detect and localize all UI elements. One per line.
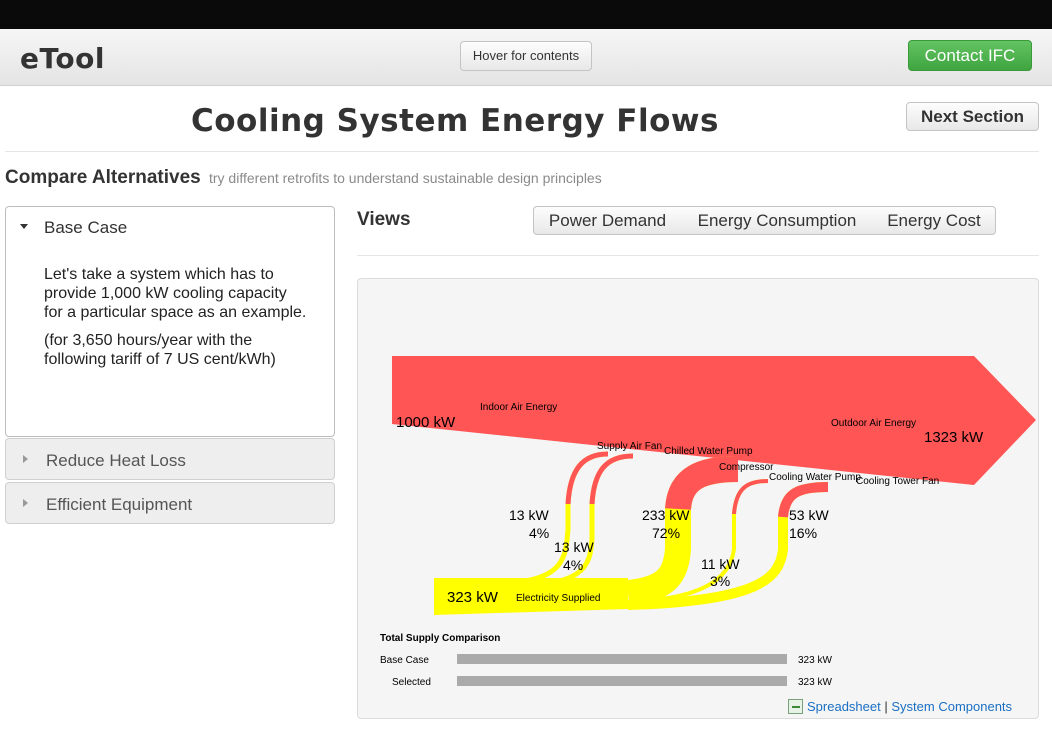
- divider: [5, 151, 1039, 152]
- tab-power-demand[interactable]: Power Demand: [533, 206, 682, 235]
- outdoor-label: Outdoor Air Energy: [831, 418, 916, 429]
- browser-top-bar: [0, 0, 1052, 29]
- outdoor-value: 1323 kW: [924, 429, 984, 446]
- caret-right-icon: [23, 499, 28, 507]
- accordion-header-base-case[interactable]: Base Case: [20, 218, 127, 238]
- accordion-reduce-heat-loss[interactable]: Reduce Heat Loss: [5, 438, 335, 480]
- next-section-button[interactable]: Next Section: [906, 102, 1039, 131]
- comparison-row-value: 323 kW: [798, 655, 832, 666]
- flow-compressor-heat: [665, 456, 739, 511]
- description-note: (for 3,650 hours/year with the following…: [44, 332, 276, 368]
- spreadsheet-icon: [788, 699, 803, 714]
- electric-label: Electricity Supplied: [516, 593, 600, 604]
- compressor-pct: 72%: [652, 525, 680, 541]
- flow-supply-air-fan-heat: [565, 451, 609, 505]
- sankey-diagram: 1000 kW Indoor Air Energy 1323 kW Outdoo…: [380, 356, 1036, 688]
- etool-logo[interactable]: eTool: [20, 42, 105, 75]
- comparison-bar-selected: [457, 676, 787, 686]
- cooling-water-pump-label: Cooling Water Pump: [769, 472, 861, 483]
- compare-alternatives-heading: Compare Alternatives try different retro…: [5, 167, 602, 189]
- cooling-tower-fan-label: Cooling Tower Fan: [856, 476, 939, 487]
- supply-air-fan-kw: 13 kW: [509, 507, 549, 523]
- navbar: eTool Hover for contents Contact IFC: [0, 29, 1052, 86]
- chilled-water-pump-pct: 4%: [563, 557, 583, 573]
- compressor-kw: 233 kW: [642, 507, 690, 523]
- accordion-label: Efficient Equipment: [46, 495, 193, 514]
- compare-subheading: try different retrofits to understand su…: [208, 170, 602, 186]
- supply-air-fan-pct: 4%: [529, 525, 549, 541]
- chilled-water-pump-kw: 13 kW: [554, 539, 594, 555]
- accordion-label: Reduce Heat Loss: [46, 451, 186, 470]
- footer-links: Spreadsheet | System Components: [788, 699, 1012, 714]
- accordion-body: Let's take a system which has to provide…: [44, 265, 309, 378]
- cooling-tower-fan-pct: 16%: [789, 525, 817, 541]
- cooling-water-pump-kw: 11 kW: [701, 556, 740, 572]
- compressor-label: Compressor: [719, 462, 774, 473]
- page-title: Cooling System Energy Flows: [190, 103, 719, 139]
- accordion-label: Base Case: [44, 218, 128, 237]
- comparison-row-label: Selected: [392, 677, 431, 688]
- comparison-row-label: Base Case: [380, 655, 429, 666]
- cooling-tower-fan-kw: 53 kW: [789, 507, 829, 523]
- indoor-value: 1000 kW: [396, 414, 456, 431]
- tab-energy-cost[interactable]: Energy Cost: [873, 206, 996, 235]
- link-separator: |: [884, 699, 888, 714]
- tab-energy-consumption[interactable]: Energy Consumption: [681, 206, 874, 235]
- comparison-title: Total Supply Comparison: [380, 633, 500, 644]
- divider: [357, 255, 1039, 256]
- spreadsheet-link[interactable]: Spreadsheet: [807, 699, 881, 714]
- chilled-water-pump-label: Chilled Water Pump: [664, 446, 753, 457]
- caret-right-icon: [23, 455, 28, 463]
- flow-cooling-water-pump-heat: [732, 479, 769, 515]
- comparison-row-value: 323 kW: [798, 677, 832, 688]
- sankey-panel: 1000 kW Indoor Air Energy 1323 kW Outdoo…: [357, 278, 1039, 719]
- system-components-link[interactable]: System Components: [891, 699, 1012, 714]
- electric-value: 323 kW: [447, 589, 499, 606]
- cooling-water-pump-pct: 3%: [710, 573, 730, 589]
- accordion-base-case: Base Case Let's take a system which has …: [5, 206, 335, 437]
- supply-air-fan-label: Supply Air Fan: [597, 441, 662, 452]
- comparison-bar-base-case: [457, 654, 787, 664]
- caret-down-icon: [20, 224, 28, 230]
- accordion-efficient-equipment[interactable]: Efficient Equipment: [5, 482, 335, 524]
- flow-chilled-water-pump-heat: [589, 453, 634, 505]
- description-paragraph: Let's take a system which has to provide…: [44, 266, 307, 321]
- views-label: Views: [357, 209, 411, 230]
- hover-for-contents-button[interactable]: Hover for contents: [460, 41, 592, 71]
- contact-ifc-button[interactable]: Contact IFC: [908, 40, 1032, 71]
- indoor-label: Indoor Air Energy: [480, 402, 557, 413]
- compare-heading-text: Compare Alternatives: [5, 167, 201, 188]
